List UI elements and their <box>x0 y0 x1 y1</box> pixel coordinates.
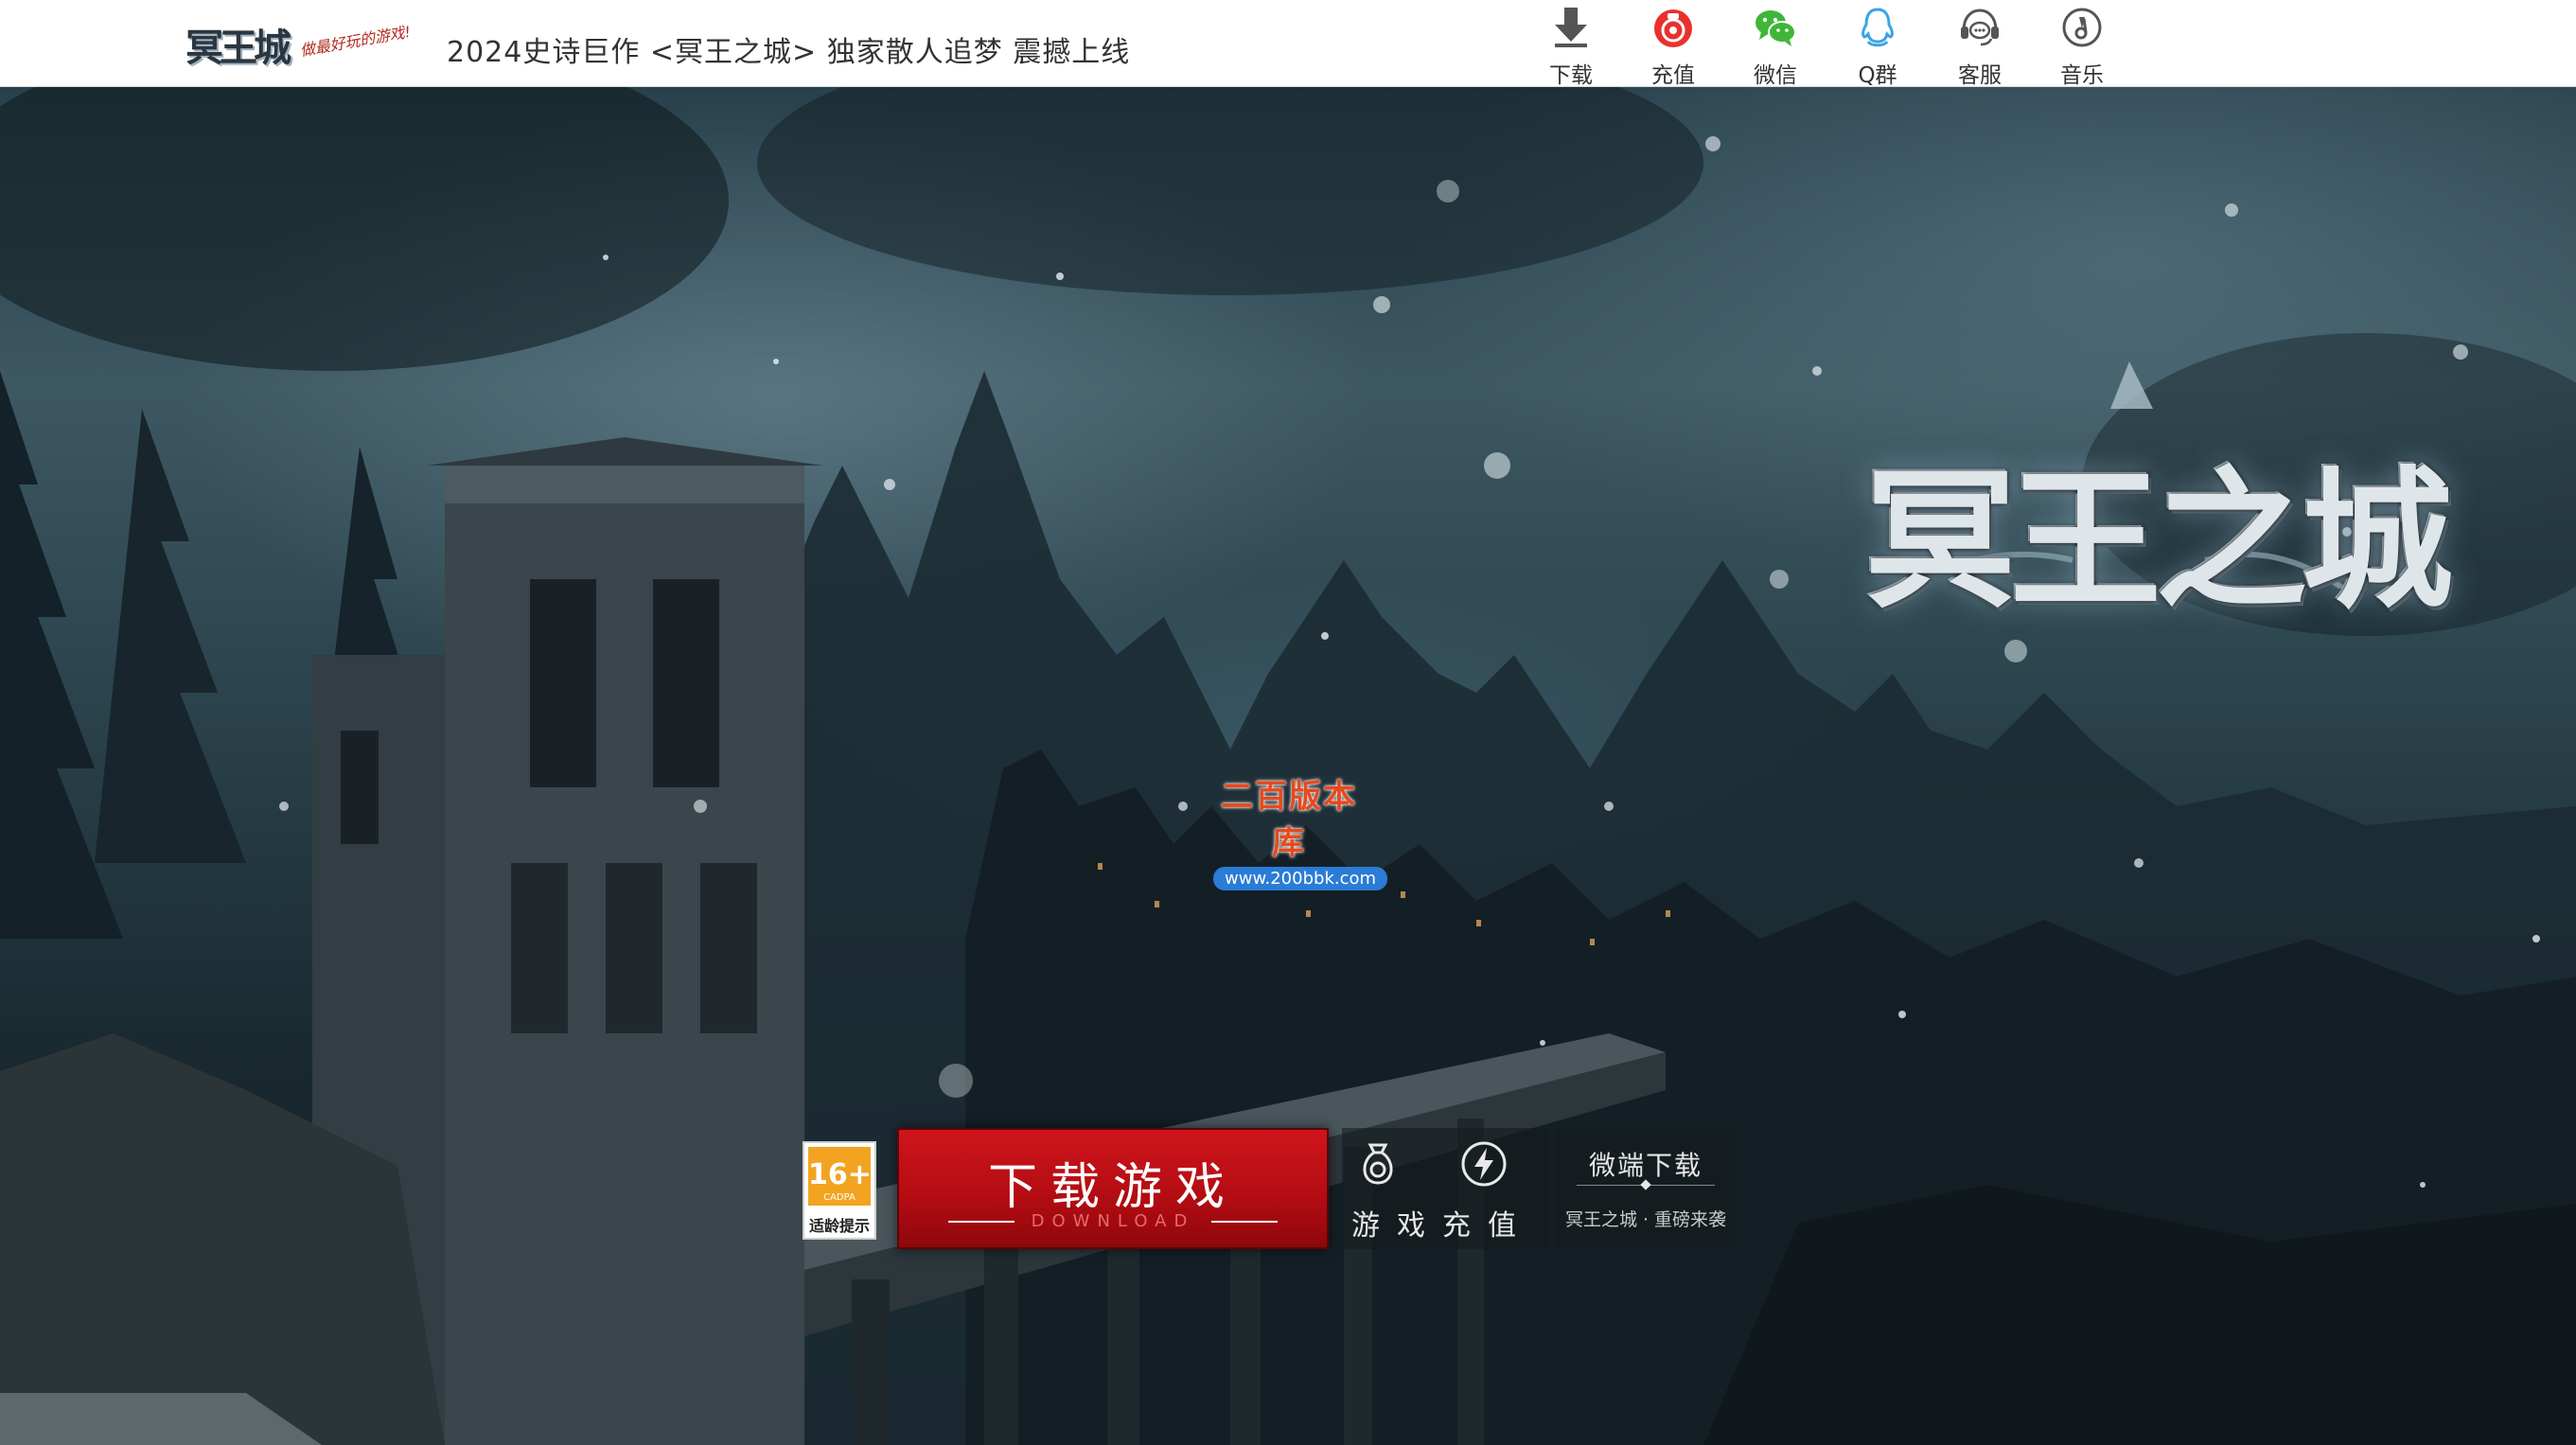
nav-recharge-label: 充值 <box>1651 63 1695 88</box>
game-title-logo: 冥王之城 <box>1826 352 2453 629</box>
music-note-icon <box>2062 8 2102 47</box>
micro-client-title: 微端下载 <box>1588 1150 1703 1181</box>
age-rating-number: 16+ <box>808 1158 872 1191</box>
micro-client-subtitle: 冥王之城 · 重磅来袭 <box>1564 1209 1727 1230</box>
game-recharge-label: 游戏充值 <box>1351 1209 1533 1242</box>
wechat-icon <box>1756 10 1796 46</box>
game-title-text: 冥王之城 <box>1864 451 2453 629</box>
site-logo[interactable]: 冥王城 做最好玩的游戏! <box>185 13 422 74</box>
top-bar: 冥王城 做最好玩的游戏! 2024史诗巨作 <冥王之城> 独家散人追梦 震撼上线… <box>0 0 2576 88</box>
watermark-title: 二百版本库 <box>1221 778 1357 862</box>
nav-download-label: 下载 <box>1549 63 1593 88</box>
age-rating-badge[interactable]: 16+ CADPA 适龄提示 <box>803 1141 876 1240</box>
qq-penguin-icon <box>1861 8 1894 47</box>
age-rating-org: CADPA <box>823 1192 856 1203</box>
logo-slogan: 做最好玩的游戏! <box>298 22 413 61</box>
micro-client-download-button[interactable]: 微端下载 冥王之城 · 重磅来袭 <box>1556 1128 1736 1249</box>
nav-qq-group[interactable]: Q群 <box>1830 6 1925 88</box>
download-divider-right <box>1211 1221 1278 1223</box>
page-headline: 2024史诗巨作 <冥王之城> 独家散人追梦 震撼上线 <box>447 36 1131 69</box>
coin-bag-icon <box>1654 9 1692 47</box>
money-bag-icon <box>1363 1143 1393 1185</box>
download-game-button[interactable]: 下载游戏 DOWNLOAD <box>897 1128 1329 1249</box>
nav-wechat-label: 微信 <box>1754 63 1797 88</box>
watermark-url: www.200bbk.com <box>1213 867 1388 890</box>
nav-music[interactable]: 音乐 <box>2035 6 2129 88</box>
nav-qq-label: Q群 <box>1858 63 1897 88</box>
headset-chat-icon <box>1961 9 1999 46</box>
nav-support-label: 客服 <box>1958 63 2002 88</box>
lightning-icon <box>1461 1141 1507 1187</box>
nav-wechat[interactable]: 微信 <box>1728 6 1823 88</box>
nav-music-label: 音乐 <box>2060 63 2104 88</box>
download-arrow-icon <box>1555 8 1587 47</box>
download-game-label: 下载游戏 <box>987 1159 1238 1216</box>
game-recharge-button[interactable]: 游戏充值 <box>1342 1128 1548 1249</box>
nav-download[interactable]: 下载 <box>1524 6 1618 88</box>
age-rating-tip: 适龄提示 <box>808 1217 870 1235</box>
age-rating-box: 16+ CADPA <box>808 1147 872 1206</box>
site-watermark: 二百版本库 www.200bbk.com <box>1213 770 1388 890</box>
nav-support[interactable]: 客服 <box>1932 6 2027 88</box>
nav-recharge[interactable]: 充值 <box>1626 6 1720 88</box>
logo-text: 冥王城 <box>185 26 291 70</box>
